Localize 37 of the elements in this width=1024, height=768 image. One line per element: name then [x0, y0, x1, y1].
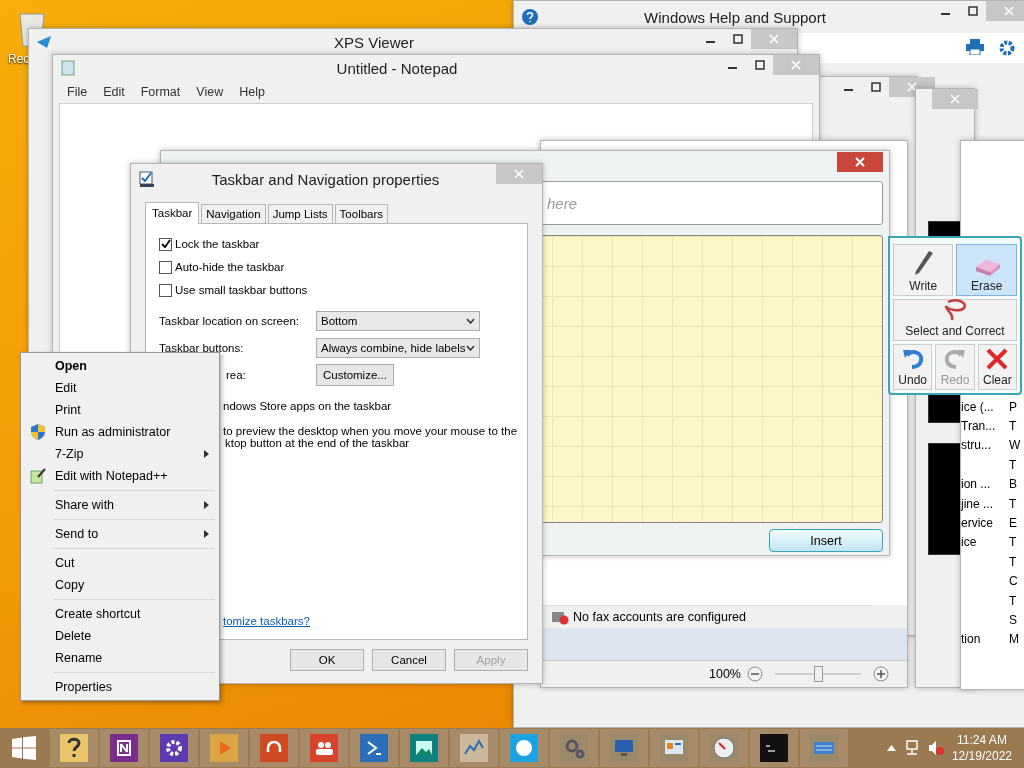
checkbox-label: Lock the taskbar [175, 238, 260, 250]
table-cell-text: ervice [961, 515, 994, 530]
table-cell-text: S [1009, 612, 1018, 627]
table-cell-text: jine ... [961, 496, 994, 511]
table-cell-text: T [1009, 457, 1018, 472]
table-cell-text: E [1009, 515, 1018, 530]
desktop-icon-label: Rec [8, 52, 30, 66]
placeholder-text: here [547, 194, 578, 212]
table-cell-text: T [1009, 419, 1018, 433]
table-cell-text: T [1009, 554, 1018, 569]
table-cell-text: M [1009, 632, 1020, 647]
window-title: Windows Help and Support [643, 8, 827, 26]
table-cell-text: ice (... [961, 399, 995, 414]
table-cell-text: ion ... [961, 477, 992, 492]
table-cell-text: ice [961, 535, 978, 550]
table-cell-text: tion [961, 632, 982, 647]
field-label: Taskbar buttons: [159, 342, 245, 354]
table-cell-text: B [1009, 477, 1018, 492]
zoom-reading: 100% [709, 667, 741, 681]
table-cell-text: W [1009, 438, 1022, 453]
table-cell-text: C [1009, 574, 1019, 589]
table-cell-text: Tran... [961, 419, 997, 433]
field-label: Taskbar location on screen: [159, 315, 300, 327]
field-label: rea: [225, 369, 247, 381]
option-label: ktop button at the end of the taskbar [225, 437, 411, 449]
checkbox-label: Auto-hide the taskbar [175, 261, 285, 273]
status-text: No fax accounts are configured [573, 610, 747, 624]
window-title: XPS Viewer [333, 33, 415, 51]
table-cell-text: T [1009, 535, 1018, 550]
window-title: Untitled - Notepad [335, 59, 459, 77]
table-cell-text: P [1009, 399, 1018, 414]
table-cell-text: T [1009, 496, 1018, 511]
checkbox-label: Use small taskbar buttons [175, 284, 308, 296]
dialog-title: Taskbar and Navigation properties [210, 170, 441, 188]
table-cell-text: T [1009, 593, 1018, 608]
table-cell-text: stru... [961, 438, 992, 453]
option-label: ndows Store apps on the taskbar [223, 400, 393, 412]
